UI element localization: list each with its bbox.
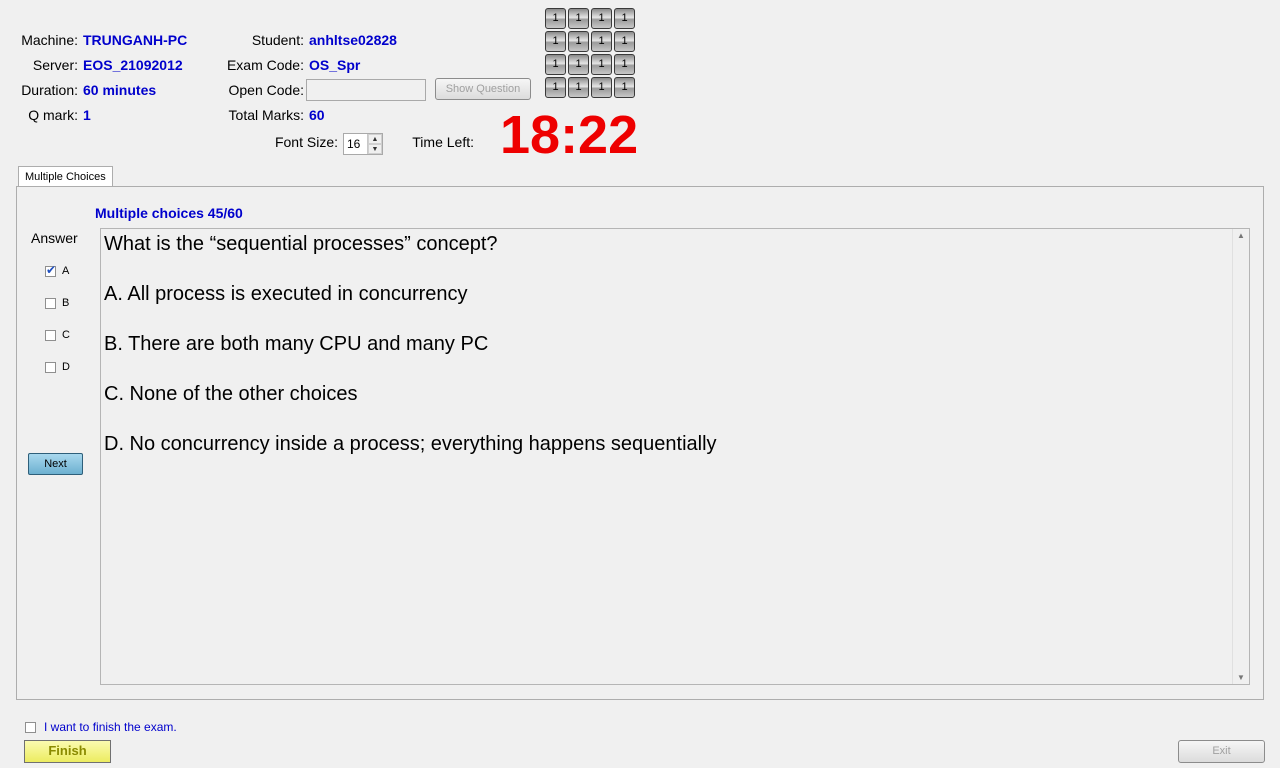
checkbox-a[interactable] [45,263,56,277]
answer-label: Answer [31,230,78,246]
question-grid-button[interactable]: 1 [614,54,635,75]
exam-code-value: OS_Spr [309,57,361,73]
finish-confirm[interactable]: I want to finish the exam. [25,720,177,734]
server-label: Server: [32,57,78,73]
question-grid-button[interactable]: 1 [545,54,566,75]
answer-option-a[interactable]: A [45,263,70,277]
answer-option-d[interactable]: D [45,361,70,373]
duration-label: Duration: [21,82,78,98]
exam-code-label: Exam Code: [226,57,304,73]
student-value: anhltse02828 [309,32,397,48]
qmark-label: Q mark: [28,107,78,123]
duration-value: 60 minutes [83,82,157,98]
question-grid-button[interactable]: 1 [545,31,566,52]
total-marks-label: Total Marks: [228,107,304,123]
option-letter-d: D [62,361,70,373]
total-marks-value: 60 [309,107,325,123]
checkbox-c[interactable] [45,329,56,341]
question-grid-button[interactable]: 1 [568,54,589,75]
question-grid-button[interactable]: 1 [545,8,566,29]
next-button[interactable]: Next [28,453,83,475]
scroll-up-icon[interactable]: ▲ [1237,231,1245,240]
finish-button[interactable]: Finish [24,740,111,763]
question-grid-button[interactable]: 1 [614,31,635,52]
spin-up-icon[interactable]: ▲ [368,134,382,144]
student-label: Student: [251,32,304,48]
server-value: EOS_21092012 [83,57,183,73]
option-letter-c: C [62,329,70,341]
question-text: What is the “sequential processes” conce… [104,233,498,255]
font-size-spinner[interactable]: 16 ▲ ▼ [343,133,383,155]
choice-d-text: D. No concurrency inside a process; ever… [104,433,717,455]
open-code-input[interactable] [306,79,426,101]
exit-button[interactable]: Exit [1178,740,1265,763]
machine-value: TRUNGANH-PC [83,32,188,48]
machine-label: Machine: [21,32,78,48]
tab-multiple-choices[interactable]: Multiple Choices [18,166,113,187]
question-grid-button[interactable]: 1 [568,8,589,29]
option-letter-a: A [62,265,70,277]
answer-option-c[interactable]: C [45,329,70,341]
option-letter-b: B [62,297,70,309]
font-size-label: Font Size: [274,134,338,150]
checkbox-b[interactable] [45,297,56,309]
finish-confirm-checkbox[interactable] [25,721,36,733]
vertical-scrollbar[interactable]: ▲ ▼ [1232,229,1249,684]
time-left-label: Time Left: [412,134,474,150]
question-grid-button[interactable]: 1 [591,77,612,98]
question-text-area[interactable]: What is the “sequential processes” conce… [100,228,1250,685]
choice-b-text: B. There are both many CPU and many PC [104,333,489,355]
question-grid-button[interactable]: 1 [591,31,612,52]
question-progress: Multiple choices 45/60 [95,205,243,221]
question-grid-button[interactable]: 1 [568,31,589,52]
question-grid-button[interactable]: 1 [591,54,612,75]
question-grid-button[interactable]: 1 [568,77,589,98]
font-size-value: 16 [347,137,361,151]
choice-c-text: C. None of the other choices [104,383,358,405]
question-grid-button[interactable]: 1 [545,77,566,98]
choice-a-text: A. All process is executed in concurrenc… [104,283,468,305]
show-question-button[interactable]: Show Question [435,78,531,100]
scroll-down-icon[interactable]: ▼ [1237,673,1245,682]
question-grid-button[interactable]: 1 [614,77,635,98]
question-grid: 1 1 1 1 1 1 1 1 1 1 1 1 1 1 1 1 [545,8,635,98]
open-code-label: Open Code: [228,82,305,98]
question-grid-button[interactable]: 1 [614,8,635,29]
question-grid-button[interactable]: 1 [591,8,612,29]
answer-option-b[interactable]: B [45,297,69,309]
time-left-value: 18:22 [500,105,639,165]
qmark-value: 1 [83,107,91,123]
spin-down-icon[interactable]: ▼ [368,144,382,154]
finish-confirm-label: I want to finish the exam. [44,720,177,734]
checkbox-d[interactable] [45,361,56,373]
